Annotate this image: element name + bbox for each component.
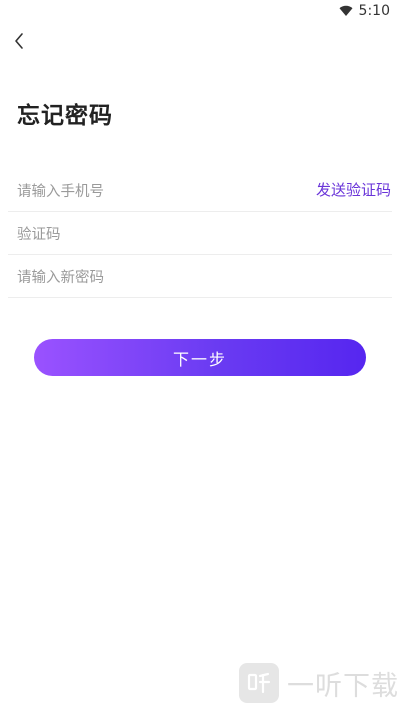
status-right: 5:10: [339, 3, 390, 19]
page-title: 忘记密码: [17, 103, 113, 129]
code-field[interactable]: 验证码: [8, 212, 392, 255]
phone-input[interactable]: 请输入手机号: [17, 180, 104, 201]
code-input[interactable]: 验证码: [17, 223, 61, 244]
new-password-field[interactable]: 请输入新密码: [8, 255, 392, 298]
watermark-text: 一听下载: [287, 670, 399, 702]
send-code-button[interactable]: 发送验证码: [316, 169, 392, 211]
status-bar: 5:10: [0, 0, 400, 24]
status-time: 5:10: [358, 3, 390, 19]
back-button[interactable]: [8, 30, 30, 52]
wifi-icon: [339, 5, 353, 17]
new-password-input[interactable]: 请输入新密码: [17, 266, 104, 287]
watermark: 一听下载: [239, 663, 399, 703]
chevron-left-icon: [15, 33, 23, 49]
next-button[interactable]: 下一步: [34, 339, 366, 376]
phone-field[interactable]: 请输入手机号 发送验证码: [8, 169, 392, 212]
reset-password-form: 请输入手机号 发送验证码 验证码 请输入新密码: [8, 169, 392, 298]
yiting-logo-icon: [239, 663, 279, 703]
